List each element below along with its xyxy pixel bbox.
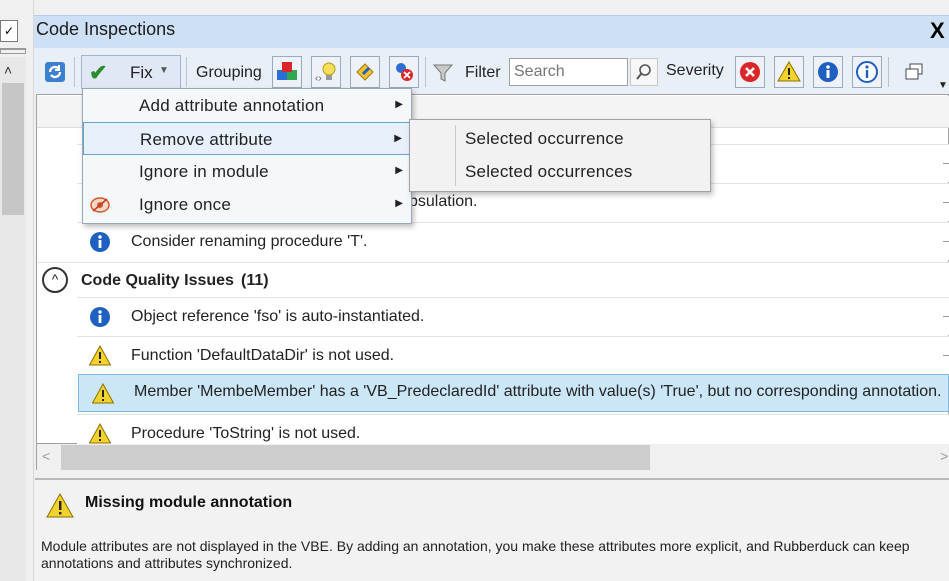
table-row[interactable]: Consider renaming procedure 'T'. [77,222,949,260]
collapse-group-icon[interactable]: ^ [42,267,68,293]
copy-results-button[interactable] [899,56,929,88]
grouping-label: Grouping [196,64,262,81]
menu-item-remove-attribute[interactable]: Remove attribute ▶ [83,122,411,155]
error-severity-filter[interactable] [735,56,765,88]
filter-label: Filter [465,64,501,81]
search-input[interactable] [509,58,628,86]
suggestion-severity-filter[interactable] [813,56,843,88]
row-message: Object reference 'fso' is auto-instantia… [131,308,425,325]
warning-icon [46,493,74,518]
submenu-item-label: Selected occurrences [465,162,633,181]
group-by-module-button[interactable] [350,56,380,88]
group-by-severity-icon [396,63,413,81]
toolbar-separator [186,57,187,87]
info-icon [90,307,110,327]
row-message: Function 'DefaultDataDir' is not used. [131,347,395,364]
row-message: Member 'MembeMember' has a 'VB_Predeclar… [134,383,942,400]
horizontal-scroll-thumb[interactable] [61,445,650,470]
submenu-item-selected-occurrence[interactable]: Selected occurrence [410,122,710,155]
table-row[interactable]: Object reference 'fso' is auto-instantia… [77,297,949,335]
warning-severity-filter[interactable] [774,56,804,88]
filter-icon [431,61,455,89]
menu-item-add-attribute-annotation[interactable]: Add attribute annotation ▶ [83,89,411,122]
error-severity-icon [740,62,760,82]
group-by-type-button[interactable] [272,56,302,88]
row-message: Procedure 'ToString' is not used. [131,425,361,442]
group-by-type-icon [277,62,297,80]
menu-item-label: Ignore once [139,195,231,214]
severity-label: Severity [666,62,724,79]
warning-icon [89,345,111,366]
menu-item-label: Remove attribute [140,130,273,149]
warning-icon [92,383,114,404]
row-text-fragment: psulation. [409,193,478,210]
chevron-down-icon: ▼ [159,65,169,76]
menu-item-ignore-once[interactable]: Ignore once ▶ [83,188,411,221]
table-row[interactable]: Function 'DefaultDataDir' is not used. [77,336,949,374]
refresh-icon [45,62,65,82]
submenu-arrow-icon: ▶ [395,99,403,110]
refresh-button[interactable] [40,56,70,88]
search-icon [636,64,651,80]
submenu-arrow-icon: ▶ [395,165,403,176]
warning-icon [89,423,111,444]
scroll-up-icon[interactable]: ˄ [4,62,12,78]
submenu-item-label: Selected occurrence [465,129,624,148]
left-scroll-thumb[interactable] [2,83,24,215]
group-by-severity-button[interactable] [389,56,419,88]
details-title: Missing module annotation [85,494,293,511]
toolbar-separator [74,57,75,87]
menu-item-label: Add attribute annotation [139,96,325,115]
hint-severity-filter[interactable] [852,56,882,88]
submenu-arrow-icon: ▶ [395,198,403,209]
group-by-module-icon [356,63,374,81]
info-icon [90,232,110,252]
svg-text:‹›: ‹› [315,73,322,84]
ignore-once-icon [90,197,110,213]
copy-results-icon [905,63,923,80]
group-by-location-icon: ‹› [315,62,336,84]
hint-severity-icon [856,61,878,83]
close-button[interactable]: X [930,16,949,46]
warning-severity-icon [777,61,801,82]
menu-item-label: Ignore in module [139,162,269,181]
group-count: (11) [241,272,269,289]
table-row-selected[interactable]: Member 'MembeMember' has a 'VB_Predeclar… [78,374,949,412]
left-dropdown[interactable]: ✓ [0,20,18,42]
suggestion-severity-icon [818,62,838,82]
scroll-left-icon[interactable]: < [42,448,50,464]
search-button[interactable] [630,58,658,86]
details-description: Module attributes are not displayed in t… [41,538,910,571]
group-by-location-button[interactable]: ‹› [311,56,341,88]
submenu-item-selected-occurrences[interactable]: Selected occurrences [410,155,710,188]
group-title: Code Quality Issues [81,272,234,289]
fix-button-label: Fix [130,63,153,82]
left-splitter[interactable] [0,48,26,54]
menu-item-ignore-in-module[interactable]: Ignore in module ▶ [83,155,411,188]
checkmark-icon: ✔ [89,60,108,85]
submenu-arrow-icon: ▶ [394,133,402,144]
row-message: Consider renaming procedure 'T'. [131,233,368,250]
window-title: Code Inspections [36,19,176,39]
toolbar-separator [888,57,889,87]
scroll-right-icon[interactable]: > [940,448,948,464]
toolbar-separator [425,57,426,87]
toolbar-overflow-icon[interactable]: ▼ [938,80,948,91]
